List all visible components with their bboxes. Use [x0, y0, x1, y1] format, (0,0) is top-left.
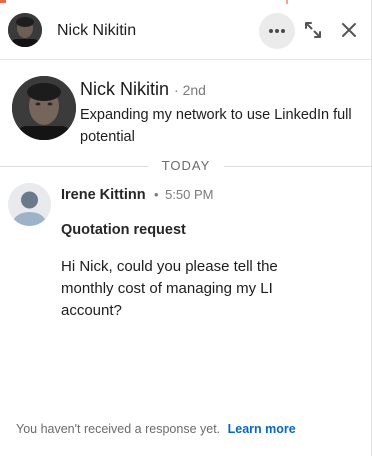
connection-degree: · 2nd	[174, 82, 206, 98]
message-body: Hi Nick, could you please tell the month…	[61, 258, 278, 319]
day-divider: TODAY	[0, 158, 372, 174]
day-label: TODAY	[161, 158, 211, 173]
divider-line	[224, 166, 372, 167]
header-name[interactable]: Nick Nikitin	[57, 22, 136, 40]
divider-line	[0, 166, 148, 167]
profile-name-line: Nick Nikitin · 2nd	[80, 79, 206, 100]
profile-avatar[interactable]	[12, 76, 76, 140]
more-options-button[interactable]	[259, 13, 295, 49]
more-horizontal-icon	[269, 29, 285, 33]
message-meta: Irene Kittinn • 5:50 PM	[61, 186, 213, 204]
expand-icon	[305, 22, 321, 38]
expand-button[interactable]	[300, 17, 326, 43]
meta-separator: •	[154, 187, 159, 202]
notice-text: You haven't received a response yet.	[16, 422, 221, 436]
sender-name[interactable]: Irene Kittinn	[61, 187, 146, 203]
close-button[interactable]	[336, 17, 362, 43]
default-avatar-icon	[8, 183, 51, 226]
message-subject: Quotation request	[61, 222, 186, 238]
profile-name[interactable]: Nick Nikitin	[80, 79, 169, 99]
avatar-photo	[8, 13, 42, 47]
close-icon	[342, 23, 356, 37]
message-time: 5:50 PM	[165, 187, 214, 202]
sender-avatar[interactable]	[8, 183, 51, 226]
message-window: Nick Nikitin Nick Nikitin · 2nd Expandin…	[0, 0, 372, 456]
response-notice: You haven't received a response yet. Lea…	[16, 422, 296, 436]
profile-photo	[12, 76, 76, 140]
header-avatar[interactable]	[8, 13, 42, 47]
profile-headline: Expanding my network to use LinkedIn ful…	[80, 107, 352, 145]
learn-more-link[interactable]: Learn more	[228, 422, 296, 436]
conversation-header: Nick Nikitin	[0, 0, 372, 60]
